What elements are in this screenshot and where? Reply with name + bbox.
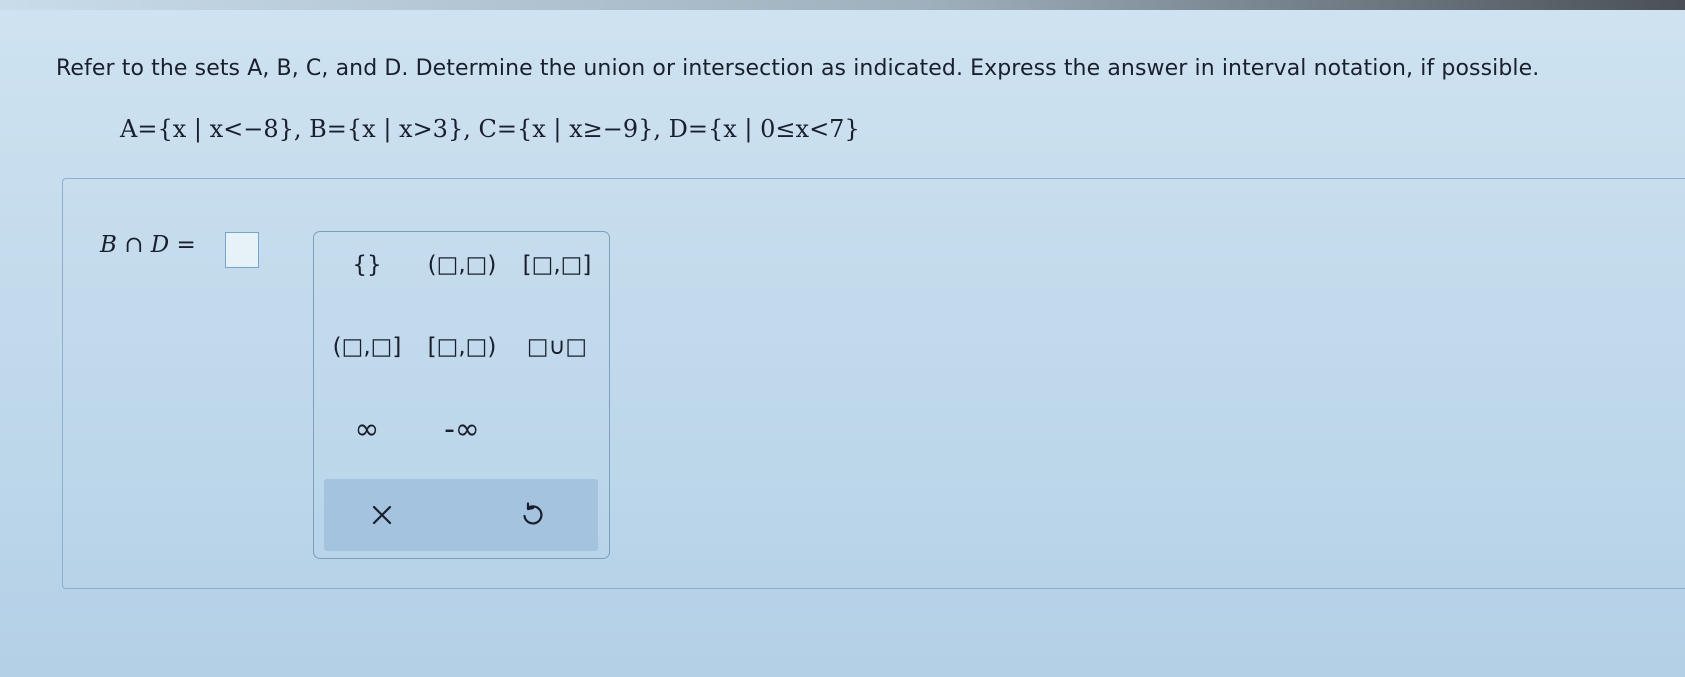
- problem-instructions: Refer to the sets A, B, C, and D. Determ…: [56, 56, 1540, 81]
- right-open-interval-button[interactable]: [□,□): [417, 323, 507, 371]
- clear-button[interactable]: [327, 489, 437, 541]
- math-palette: {} (□,□) [□,□] (□,□] [□,□) □∪□ ∞ -∞: [313, 231, 610, 559]
- answer-area: [62, 178, 1685, 589]
- infinity-button[interactable]: ∞: [322, 405, 412, 453]
- open-interval-button[interactable]: (□,□): [417, 241, 507, 289]
- answer-input[interactable]: [225, 232, 259, 268]
- empty-set-button[interactable]: {}: [322, 241, 412, 289]
- question-expression: B ∩ D =: [100, 232, 196, 258]
- undo-icon: [519, 502, 545, 528]
- palette-footer: [324, 479, 598, 551]
- negative-infinity-button[interactable]: -∞: [417, 405, 507, 453]
- closed-interval-button[interactable]: [□,□]: [512, 241, 602, 289]
- left-open-interval-button[interactable]: (□,□]: [322, 323, 412, 371]
- union-button[interactable]: □∪□: [512, 323, 602, 371]
- top-edge: [0, 0, 1685, 10]
- sets-definition: A={x | x<−8}, B={x | x>3}, C={x | x≥−9},…: [120, 115, 860, 143]
- close-icon: [371, 504, 393, 526]
- undo-button[interactable]: [477, 489, 587, 541]
